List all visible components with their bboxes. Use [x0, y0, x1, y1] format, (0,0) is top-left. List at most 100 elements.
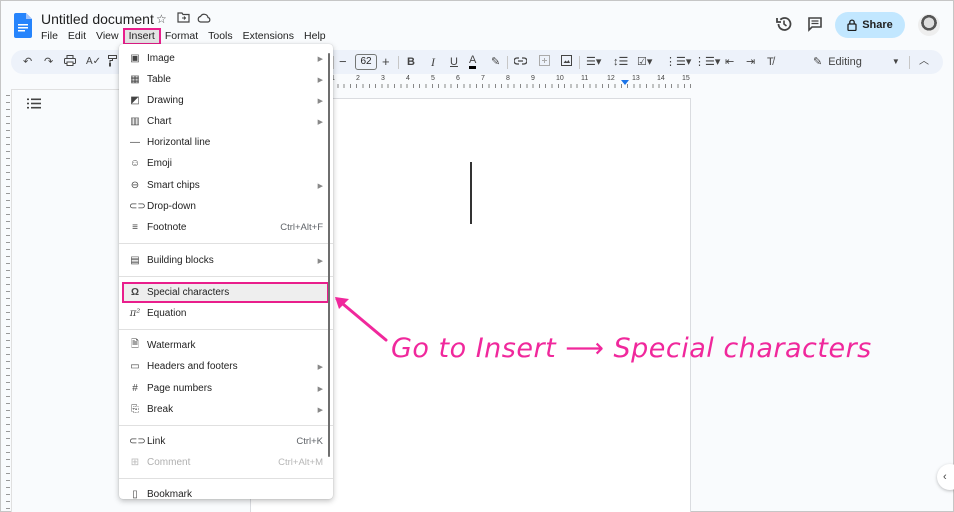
underline-button[interactable]: U	[450, 55, 458, 69]
menu-divider	[119, 329, 333, 330]
ruler-number: 7	[481, 75, 485, 82]
right-indent-marker[interactable]	[621, 80, 629, 85]
emoji-icon: ☺	[129, 158, 141, 169]
footnote-icon: ≡	[132, 222, 138, 233]
menu-item-emoji[interactable]: ☺ Emoji	[119, 153, 333, 174]
ruler-number: 13	[632, 75, 640, 82]
image-icon: ▣	[130, 53, 140, 64]
pencil-icon: ✎	[813, 56, 823, 68]
insert-menu: ▣ Image ▶ ▦ Table ▶ ◩ Drawing ▶ ▥ Chart …	[119, 44, 333, 499]
font-size-input[interactable]: 62	[355, 54, 377, 70]
omega-icon: Ω	[130, 287, 140, 298]
menu-item-watermark[interactable]: 🗎 Watermark	[119, 335, 333, 356]
menu-item-smart-chips[interactable]: ⊖ Smart chips ▶	[119, 175, 333, 196]
version-history-icon[interactable]	[775, 15, 793, 33]
comments-icon[interactable]	[807, 16, 823, 32]
insert-link-icon[interactable]	[513, 55, 528, 69]
dropdown-arrow-icon: ▼	[891, 57, 900, 66]
align-icon[interactable]: ☰▾	[586, 55, 601, 69]
ruler-number: 2	[356, 75, 360, 82]
vertical-ruler[interactable]	[1, 89, 11, 511]
spellcheck-icon[interactable]: A✓	[86, 55, 101, 69]
annotation-arrow-icon	[335, 297, 388, 342]
docs-logo-icon[interactable]	[14, 13, 32, 38]
menu-scrollbar[interactable]	[328, 53, 330, 457]
pi-icon: π²	[129, 308, 141, 319]
menu-item-equation[interactable]: π² Equation	[119, 303, 333, 324]
move-folder-icon[interactable]	[177, 12, 190, 26]
ruler-number: 12	[607, 75, 615, 82]
menu-item-bookmark[interactable]: ▯ Bookmark	[119, 484, 333, 499]
menu-item-break[interactable]: ⎘ Break ▶	[119, 399, 333, 420]
document-outline-icon[interactable]	[27, 98, 41, 109]
chart-icon: ▥	[130, 116, 140, 127]
menu-item-image[interactable]: ▣ Image ▶	[119, 48, 333, 69]
submenu-arrow-icon: ▶	[317, 97, 323, 105]
side-panel-toggle[interactable]: ‹	[937, 464, 954, 490]
submenu-arrow-icon: ▶	[317, 55, 323, 63]
text-color-button[interactable]: A	[469, 55, 477, 69]
text-cursor	[470, 162, 472, 224]
menu-help[interactable]: Help	[299, 29, 331, 44]
shortcut-label: Ctrl+Alt+M	[278, 457, 323, 468]
menu-item-special-characters[interactable]: Ω Special characters	[122, 282, 329, 303]
decrease-font-size-button[interactable]: −	[339, 55, 347, 69]
menu-item-table[interactable]: ▦ Table ▶	[119, 69, 333, 90]
menu-item-horizontal-line[interactable]: — Horizontal line	[119, 132, 333, 153]
menu-format[interactable]: Format	[160, 29, 203, 44]
menu-item-dropdown[interactable]: ⊂⊃ Drop-down	[119, 196, 333, 217]
drawing-icon: ◩	[130, 95, 140, 106]
menu-item-chart[interactable]: ▥ Chart ▶	[119, 111, 333, 132]
user-avatar[interactable]	[918, 14, 940, 36]
increase-font-size-button[interactable]: +	[382, 55, 390, 69]
redo-icon[interactable]: ↷	[44, 55, 53, 69]
ruler-number: 3	[381, 75, 385, 82]
horizontal-ruler[interactable]: 1 2 3 4 5 6 7 8 9 10 11 12 13 14 15	[331, 75, 691, 89]
menu-view[interactable]: View	[91, 29, 124, 44]
menu-edit[interactable]: Edit	[63, 29, 91, 44]
annotation-text: Go to Insert ⟶ Special characters	[391, 333, 872, 364]
clear-formatting-icon[interactable]: T̸	[767, 55, 774, 69]
menu-insert[interactable]: Insert	[122, 28, 161, 45]
star-icon[interactable]: ☆	[156, 12, 167, 26]
ruler-number: 11	[581, 75, 589, 82]
editing-mode-dropdown[interactable]: ✎ Editing ▼	[813, 55, 900, 69]
menu-divider	[119, 425, 333, 426]
share-button[interactable]: Share	[835, 12, 905, 38]
submenu-arrow-icon: ▶	[317, 406, 323, 414]
numbered-list-icon[interactable]: ⋮☰▾	[694, 55, 720, 69]
ruler-number: 5	[431, 75, 435, 82]
menu-item-drawing[interactable]: ◩ Drawing ▶	[119, 90, 333, 111]
bulleted-list-icon[interactable]: ⋮☰▾	[665, 55, 691, 69]
undo-icon[interactable]: ↶	[23, 55, 32, 69]
menu-item-headers-footers[interactable]: ▭ Headers and footers ▶	[119, 356, 333, 377]
ruler-number: 9	[531, 75, 535, 82]
menu-file[interactable]: File	[36, 29, 63, 44]
document-title[interactable]: Untitled document	[41, 11, 154, 27]
print-icon[interactable]	[64, 55, 76, 69]
ruler-number: 10	[556, 75, 564, 82]
paint-format-icon[interactable]	[108, 55, 117, 69]
watermark-icon: 🗎	[130, 339, 140, 350]
building-blocks-icon: ▤	[130, 255, 140, 266]
menu-item-link[interactable]: ⊂⊃ Link Ctrl+K	[119, 431, 333, 452]
menu-item-footnote[interactable]: ≡ Footnote Ctrl+Alt+F	[119, 217, 333, 238]
increase-indent-icon[interactable]: ⇥	[746, 55, 755, 69]
checklist-icon[interactable]: ☑▾	[637, 55, 652, 69]
submenu-arrow-icon: ▶	[317, 118, 323, 126]
share-label: Share	[862, 19, 893, 31]
bold-button[interactable]: B	[407, 55, 415, 69]
add-comment-icon[interactable]	[539, 55, 550, 69]
highlight-color-icon[interactable]: ✎	[491, 55, 500, 69]
menu-item-building-blocks[interactable]: ▤ Building blocks ▶	[119, 250, 333, 271]
menu-item-page-numbers[interactable]: # Page numbers ▶	[119, 378, 333, 399]
line-spacing-icon[interactable]: ↕☰	[613, 55, 628, 69]
cloud-status-icon[interactable]	[197, 12, 211, 26]
menu-tools[interactable]: Tools	[203, 29, 238, 44]
insert-image-icon[interactable]	[561, 55, 572, 69]
italic-button[interactable]: I	[431, 55, 435, 69]
menu-extensions[interactable]: Extensions	[238, 29, 299, 44]
menu-divider	[119, 478, 333, 479]
decrease-indent-icon[interactable]: ⇤	[725, 55, 734, 69]
collapse-menus-icon[interactable]: ︿	[919, 55, 929, 69]
